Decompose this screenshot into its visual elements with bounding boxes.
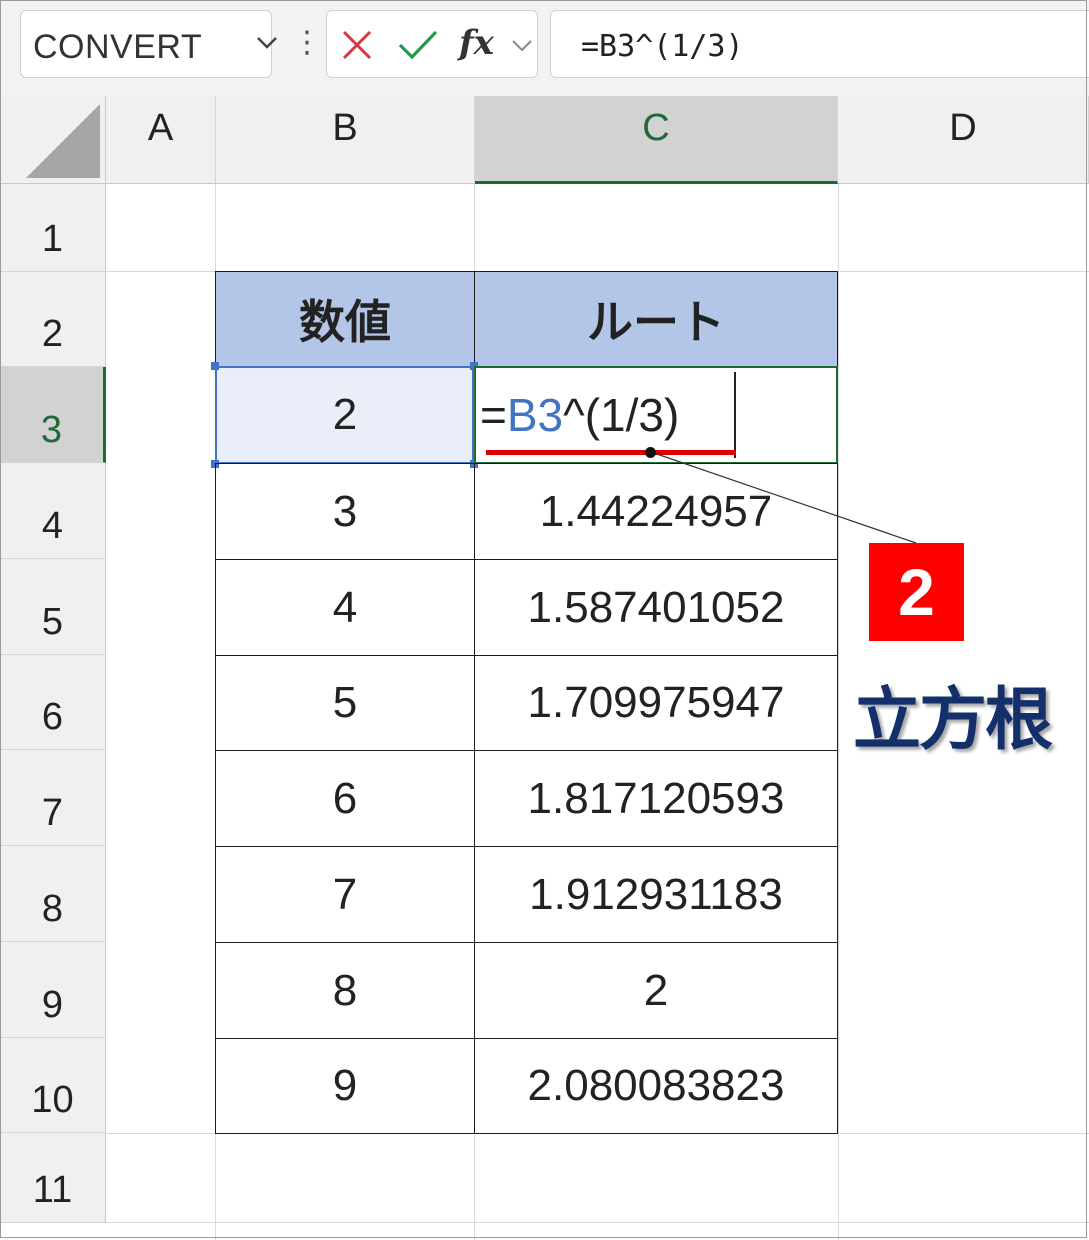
image-border bbox=[0, 0, 1087, 1238]
